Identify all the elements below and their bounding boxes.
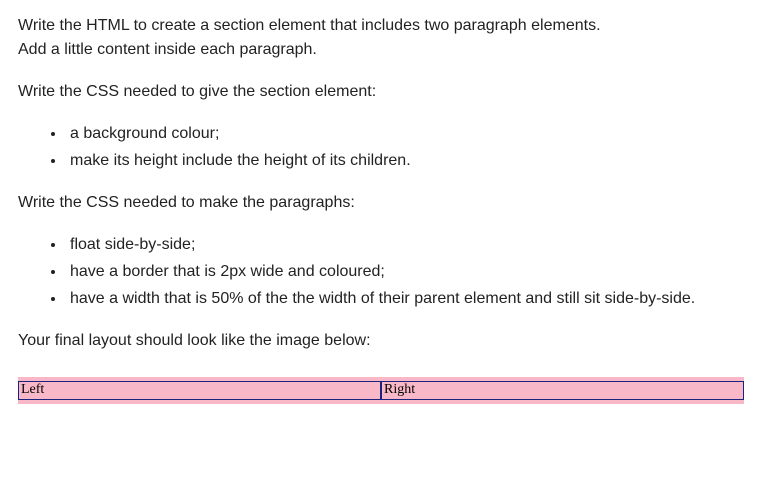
section-css-list: a background colour; make its height inc… <box>18 122 744 173</box>
intro-paragraph: Write the HTML to create a section eleme… <box>18 14 744 62</box>
section-css-intro: Write the CSS needed to give the section… <box>18 80 744 104</box>
list-item: a background colour; <box>66 122 744 146</box>
list-item: float side-by-side; <box>66 233 744 257</box>
intro-line-1: Write the HTML to create a section eleme… <box>18 17 601 34</box>
demo-paragraph-left: Left <box>18 381 381 400</box>
list-item: make its height include the height of it… <box>66 149 744 173</box>
list-item: have a border that is 2px wide and colou… <box>66 260 744 284</box>
demo-wrapper: Left Right <box>18 371 744 404</box>
para-css-intro: Write the CSS needed to make the paragra… <box>18 191 744 215</box>
final-layout-text: Your final layout should look like the i… <box>18 329 744 353</box>
demo-section: Left Right <box>18 377 744 404</box>
intro-line-2: Add a little content inside each paragra… <box>18 41 317 58</box>
para-css-list: float side-by-side; have a border that i… <box>18 233 744 311</box>
instructions-content: Write the HTML to create a section eleme… <box>18 14 744 404</box>
demo-paragraph-right: Right <box>381 381 744 400</box>
list-item: have a width that is 50% of the the widt… <box>66 287 744 311</box>
